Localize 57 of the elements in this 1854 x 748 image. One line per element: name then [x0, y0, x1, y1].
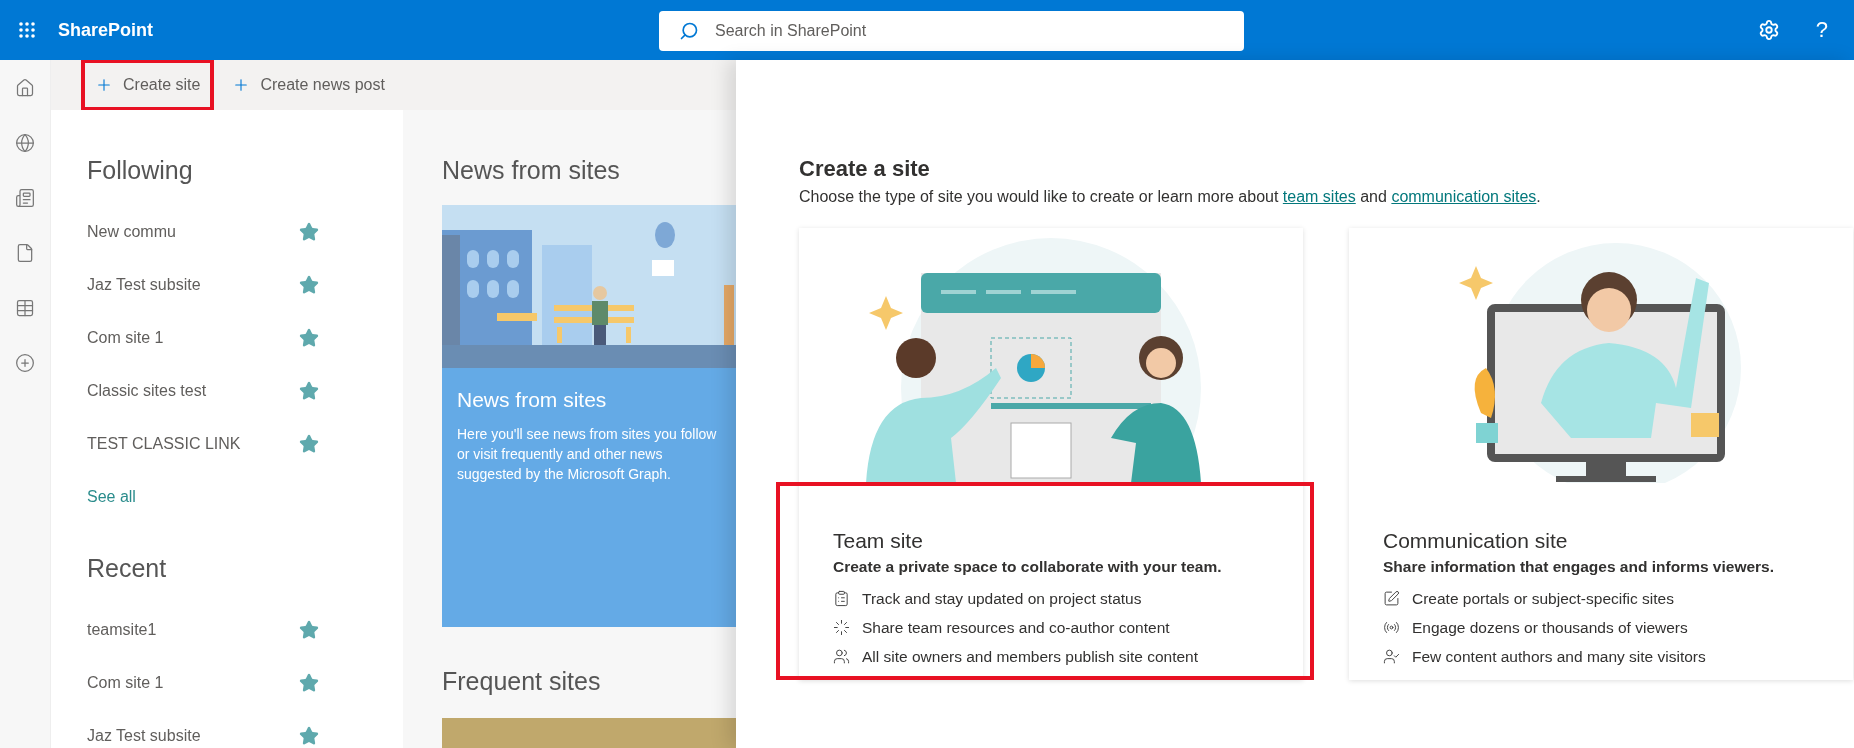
feature-text: Engage dozens or thousands of viewers — [1412, 618, 1688, 637]
site-type-title: Communication site — [1383, 529, 1569, 553]
site-type-subtitle: Create a private space to collaborate with your team. — [833, 558, 1223, 576]
newspaper-icon[interactable] — [15, 188, 35, 208]
help-link[interactable]: communication sites — [1391, 188, 1537, 205]
follow-star-icon[interactable] — [299, 327, 319, 348]
follow-star-icon[interactable] — [299, 433, 319, 454]
person-icon — [1383, 648, 1400, 665]
section-heading: Recent — [87, 554, 168, 583]
add-icon[interactable] — [15, 353, 35, 373]
site-link[interactable]: Jaz Test subsite — [87, 275, 201, 294]
home-icon[interactable] — [15, 78, 35, 98]
site-link[interactable]: teamsite1 — [87, 620, 157, 639]
search-field[interactable]: Search in SharePoint — [659, 11, 1244, 51]
globe-icon[interactable] — [15, 133, 35, 153]
follow-star-icon[interactable] — [299, 725, 319, 746]
clipboard-icon — [833, 590, 850, 607]
site-link[interactable]: Com site 1 — [87, 673, 164, 692]
command-button[interactable]: Create news post — [218, 60, 399, 111]
news-title: News from sites — [457, 388, 608, 412]
feature-text: Share team resources and co-author content — [862, 618, 1170, 637]
app-title[interactable]: SharePoint — [58, 19, 154, 41]
feature-text: Few content authors and many site visitors — [1412, 647, 1706, 666]
news-description: Here you'll see news from sites you follow or visit frequently and other news suggested by the Microsoft Graph. — [457, 425, 717, 484]
people-icon — [833, 648, 850, 665]
feature-text: All site owners and members publish site content — [862, 647, 1198, 666]
site-link[interactable]: New commu — [87, 222, 176, 241]
section-heading: News from sites — [442, 156, 621, 185]
see-all-link[interactable]: See all — [87, 488, 403, 506]
search-icon — [679, 21, 699, 41]
follow-star-icon[interactable] — [299, 672, 319, 693]
follow-star-icon[interactable] — [299, 274, 319, 295]
site-link[interactable]: Classic sites test — [87, 381, 207, 400]
site-link[interactable]: Com site 1 — [87, 328, 164, 347]
site-type-subtitle: Share information that engages and informs viewers. — [1383, 558, 1776, 576]
settings-icon[interactable] — [1757, 19, 1780, 41]
panel-description: Choose the type of site you would like to create or learn more about team sites and communication sites. — [799, 188, 1542, 206]
follow-star-icon[interactable] — [299, 619, 319, 640]
follow-star-icon[interactable] — [299, 221, 319, 242]
feature-text: Track and stay updated on project status — [862, 589, 1142, 608]
document-icon[interactable] — [15, 243, 35, 263]
site-link[interactable]: TEST CLASSIC LINK — [87, 434, 241, 453]
section-heading: Following — [87, 156, 194, 185]
section-heading: Frequent sites — [442, 667, 602, 696]
follow-star-icon[interactable] — [299, 380, 319, 401]
broadcast-icon — [1383, 619, 1400, 636]
feature-text: Create portals or subject-specific sites — [1412, 589, 1674, 608]
app-launcher-icon[interactable] — [18, 21, 36, 39]
list-icon[interactable] — [15, 298, 35, 318]
help-link[interactable]: team sites — [1282, 188, 1356, 205]
plus-icon — [95, 76, 113, 94]
help-button[interactable]: ? — [1815, 17, 1828, 43]
panel-title: Create a site — [799, 156, 931, 182]
site-type-title: Team site — [833, 529, 924, 553]
site-type-card[interactable]: Communication site Share information that engages and informs viewers. Create portals or subject-specific sites Engage dozens or thousands of viewers Few content authors and many site visitors — [1349, 228, 1853, 680]
edit-page-icon — [1383, 590, 1400, 607]
site-link[interactable]: Jaz Test subsite — [87, 726, 201, 745]
